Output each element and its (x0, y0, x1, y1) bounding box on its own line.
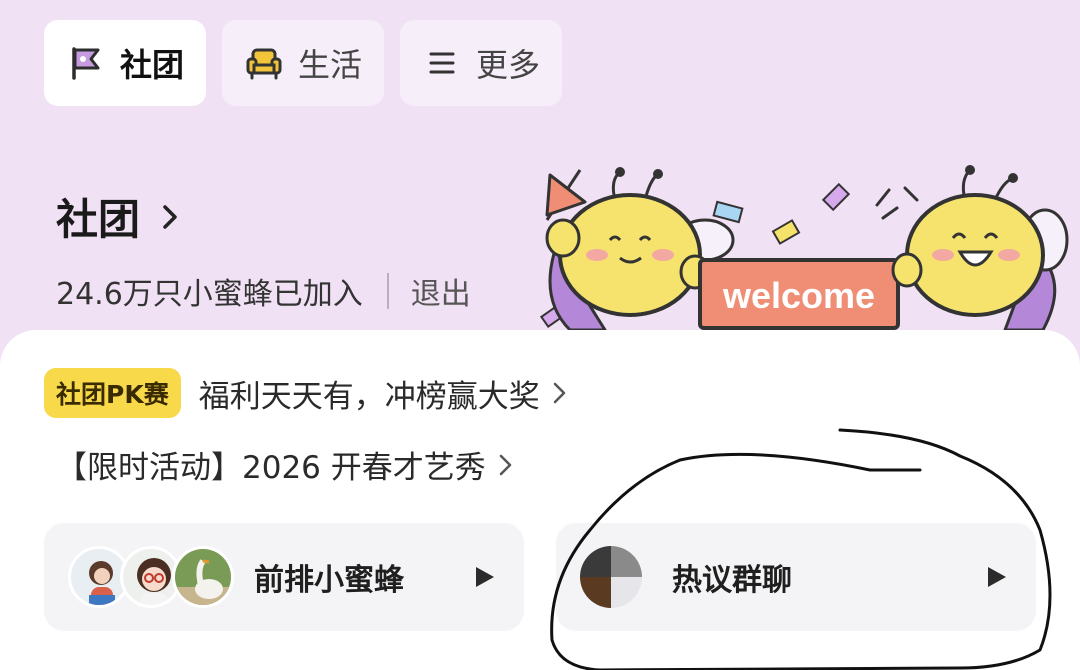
member-count: 24.6万只小蜜蜂已加入 (56, 277, 363, 312)
play-icon (988, 567, 1006, 587)
hot-group-chat-label: 热议群聊 (672, 563, 792, 598)
pk-badge: 社团PK赛 (44, 368, 181, 418)
page-title: 社团 (56, 195, 141, 244)
club-header: 社团 24.6万只小蜜蜂已加入 退出 (56, 186, 471, 313)
menu-icon (422, 43, 462, 83)
divider (386, 273, 389, 309)
welcome-bees-illustration: welcome (539, 165, 1069, 332)
flag-icon (66, 43, 106, 83)
front-row-bees-label: 前排小蜜蜂 (254, 563, 404, 598)
event-promo-link[interactable]: 【限时活动】2026 开春才艺秀 (56, 442, 516, 487)
event-promo-text: 【限时活动】2026 开春才艺秀 (56, 450, 486, 486)
avatar-group (68, 546, 234, 608)
top-tabs: 社团 生活 更多 (44, 20, 563, 106)
sofa-icon (244, 43, 284, 83)
tab-life-label: 生活 (298, 46, 363, 84)
welcome-sign-text: welcome (722, 275, 875, 316)
tab-life[interactable]: 生活 (222, 20, 385, 106)
tab-more[interactable]: 更多 (400, 20, 563, 106)
exit-button[interactable]: 退出 (411, 269, 471, 313)
tab-club[interactable]: 社团 (44, 20, 207, 106)
pk-promo-text: 福利天天有，冲榜赢大奖 (198, 378, 540, 415)
hot-group-chat-card[interactable]: 热议群聊 (556, 523, 1036, 631)
pk-promo-link[interactable]: 社团PK赛 福利天天有，冲榜赢大奖 (44, 368, 570, 418)
tab-more-label: 更多 (476, 46, 541, 84)
tab-club-label: 社团 (120, 46, 185, 84)
avatar (172, 546, 234, 608)
chevron-right-icon (499, 454, 511, 475)
chevron-right-icon (163, 204, 177, 229)
club-title-link[interactable]: 社团 (56, 186, 471, 247)
content-sheet: 社团PK赛 福利天天有，冲榜赢大奖 【限时活动】2026 开春才艺秀 前排小蜜蜂… (0, 330, 1080, 670)
front-row-bees-card[interactable]: 前排小蜜蜂 (44, 523, 524, 631)
play-icon (476, 567, 494, 587)
group-avatar (580, 546, 642, 608)
chevron-right-icon (553, 382, 565, 404)
right-bee (891, 165, 1069, 332)
